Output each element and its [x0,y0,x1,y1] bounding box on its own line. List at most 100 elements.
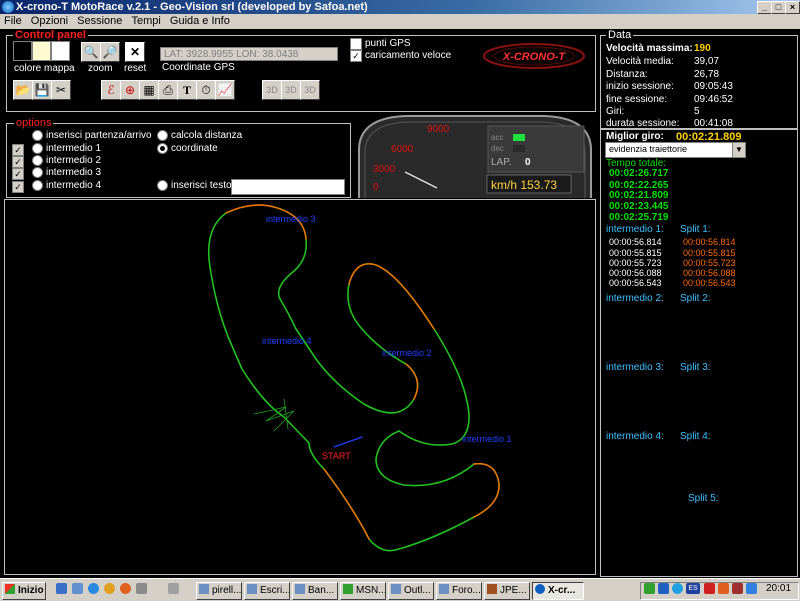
tray-icon-3[interactable] [672,583,683,594]
tray-icon-5[interactable] [718,583,729,594]
start-button[interactable]: Inizio [2,582,46,600]
radio-intermedio-2[interactable] [32,155,43,166]
radio-coordinate[interactable] [157,143,168,154]
taskbar-item-4[interactable]: MSN... [340,582,386,600]
taskbar-item-5[interactable]: Outl... [388,582,434,600]
print-icon[interactable]: ⎙ [158,80,178,100]
track-label-intermedio-2: intermedio 2 [382,348,432,358]
menu-guida[interactable]: Guida e Info [167,14,233,29]
minimize-button[interactable]: _ [757,1,772,14]
inserisci-testo-input[interactable] [231,179,345,195]
clock[interactable]: 20:01 [766,583,791,594]
split-3-label: Split 3: [680,362,711,373]
color-swatch-black[interactable] [13,41,32,61]
track-label-intermedio-1: intermedio 1 [462,434,512,444]
save-icon[interactable]: 💾 [32,80,52,100]
close-button[interactable]: × [785,1,800,14]
traiettorie-select[interactable]: evidenzia traiettorie ▼ [605,142,746,158]
target-icon[interactable]: ⊕ [120,80,140,100]
maximize-button[interactable]: □ [771,1,786,14]
lap-time-4: 00:02:23.445 [609,201,669,212]
radio-intermedio-1[interactable] [32,143,43,154]
radio-calcola-distanza[interactable] [157,130,168,141]
tools-icon[interactable]: ✂ [51,80,71,100]
lap-label: LAP. [491,157,511,168]
velocita-media-value: 39,07 [694,56,720,67]
split-1-time-4: 00:00:56.088 [683,268,736,278]
menu-tempi[interactable]: Tempi [128,14,163,29]
quicklaunch-explorer-icon[interactable] [56,583,67,594]
stopwatch-icon[interactable]: ⏱ [196,80,216,100]
taskbar-item-xcrono[interactable]: X-cr... [532,582,584,600]
menu-sessione[interactable]: Sessione [74,14,125,29]
taskbar-item-3[interactable]: Ban... [292,582,338,600]
tray-icon-2[interactable] [658,583,669,594]
zoom-in-icon[interactable]: 🔎 [100,42,120,62]
taskbar-app-icon [295,584,305,594]
checkbox-intermedio-3[interactable]: ✓ [12,168,24,180]
3d-view-3-icon[interactable]: 3D [300,80,320,100]
data-legend: Data [606,29,634,41]
taskbar-item-6[interactable]: Foro... [436,582,482,600]
track-icon[interactable]: ℰ [101,80,121,100]
checkbox-intermedio-1[interactable]: ✓ [12,144,24,156]
quicklaunch-media-icon[interactable] [104,583,115,594]
3d-view-2-icon[interactable]: 3D [281,80,301,100]
radio-partenza-arrivo[interactable] [32,130,43,141]
chart-icon[interactable]: 📈 [215,80,235,100]
dec-label: dec [491,144,504,153]
coordinates-label: Coordinate GPS [162,62,235,73]
intermedio-1-label: intermedio 1: [606,224,664,235]
open-folder-icon[interactable]: 📂 [13,80,33,100]
taskbar-item-2[interactable]: Escri... [244,582,290,600]
punti-gps-label: punti GPS [365,38,411,49]
reset-icon[interactable]: ✕ [125,42,145,62]
velocita-massima-value: 190 [694,43,711,54]
chevron-down-icon[interactable]: ▼ [732,143,745,157]
checkbox-intermedio-2[interactable]: ✓ [12,156,24,168]
language-indicator[interactable]: ES [686,583,700,594]
quicklaunch-desktop-icon[interactable] [72,583,83,594]
radio-inserisci-testo[interactable] [157,180,168,191]
color-swatch-cream[interactable] [32,41,51,61]
split-1-time-2: 00:00:55.815 [683,248,736,258]
title-bar[interactable]: X-crono-T MotoRace v.2.1 - Geo-Vision sr… [0,0,800,14]
label-intermedio-1: intermedio 1 [46,143,102,154]
menu-opzioni[interactable]: Opzioni [28,14,71,29]
text-icon[interactable]: T [177,80,197,100]
taskbar-app-icon [439,584,449,594]
quicklaunch-misc-icon[interactable] [136,583,147,594]
acc-indicator [513,134,525,141]
punti-gps-checkbox[interactable] [350,38,362,50]
checkbox-intermedio-4[interactable]: ✓ [12,181,24,193]
quicklaunch-extra-icon[interactable] [168,583,179,594]
tray-icon-7[interactable] [746,583,757,594]
tray-icon-6[interactable] [732,583,743,594]
dec-indicator [513,145,525,152]
label-inserisci-testo: inserisci testo [171,180,232,191]
3d-view-1-icon[interactable]: 3D [262,80,282,100]
taskbar-item-label: Foro... [452,585,481,596]
taskbar-item-7[interactable]: JPE... [484,582,530,600]
taskbar-app-icon [199,584,209,594]
radio-intermedio-4[interactable] [32,180,43,191]
zoom-out-icon[interactable]: 🔍 [81,42,101,62]
tray-icon-1[interactable] [644,583,655,594]
quicklaunch-firefox-icon[interactable] [120,583,131,594]
color-swatch-white[interactable] [51,41,70,61]
radio-intermedio-3[interactable] [32,167,43,178]
taskbar-item-1[interactable]: pirell... [196,582,242,600]
quicklaunch-ie-icon[interactable] [88,583,99,594]
logo-text: X-CRONO-T [502,51,567,63]
tray-icon-4[interactable] [704,583,715,594]
control-panel-legend: Control panel [13,29,88,41]
reset-label: reset [124,63,147,74]
grid-icon[interactable]: ▦ [139,80,159,100]
track-label-start: START [322,451,351,461]
taskbar-app-icon [247,584,257,594]
menu-file[interactable]: File [1,14,25,29]
velocita-media-label: Velocità media: [606,56,674,67]
label-intermedio-3: intermedio 3 [46,167,102,178]
taskbar-item-label: Outl... [404,585,431,596]
caricamento-veloce-checkbox[interactable]: ✓ [350,50,362,62]
